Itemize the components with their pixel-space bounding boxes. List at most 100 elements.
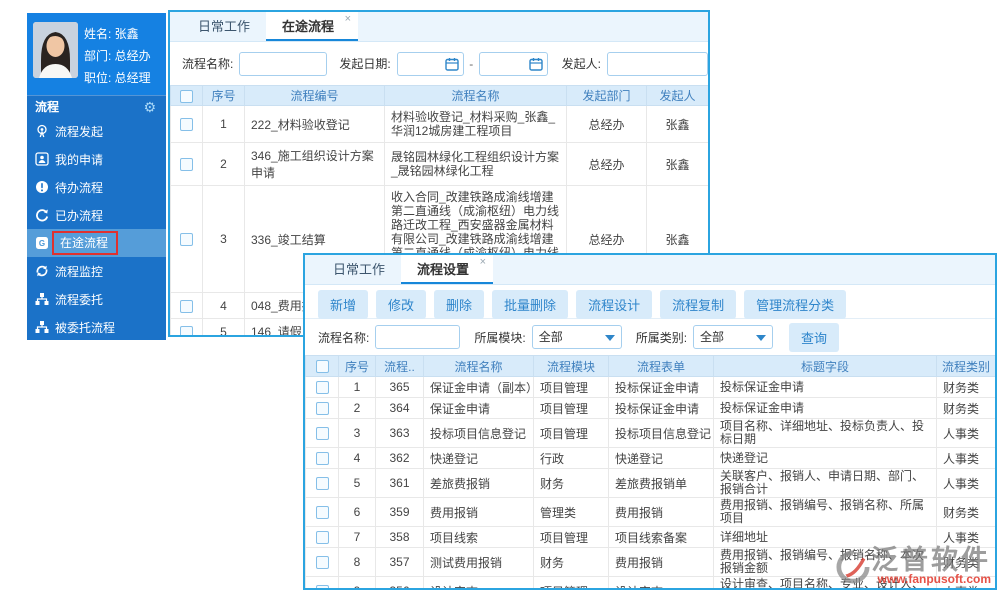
- table-body: 1 365 保证金申请（副本） 项目管理 投标保证金申请 投标保证金申请 财务类…: [305, 376, 995, 588]
- row-checkbox[interactable]: [180, 299, 193, 313]
- cell-no: 2: [202, 142, 245, 186]
- toolbar-button[interactable]: 批量删除: [492, 290, 569, 319]
- flow-name-input[interactable]: [239, 51, 328, 76]
- start-date-label: 发起日期:: [339, 57, 391, 71]
- cell-category: 人事类: [936, 526, 995, 548]
- table-row[interactable]: 2 346_施工组织设计方案申请 晟铭园林绿化工程组织设计方案_晟铭园林绿化工程…: [170, 142, 708, 186]
- toolbar-button-label: 新增: [330, 298, 357, 313]
- toolbar-button[interactable]: 流程复制: [660, 290, 737, 319]
- sidebar-item-label: 流程发起: [55, 124, 104, 139]
- row-checkbox[interactable]: [315, 531, 329, 545]
- row-checkbox[interactable]: [180, 233, 193, 247]
- cell-name: 材料验收登记_材料采购_张鑫_华润12城房建工程项目: [384, 105, 567, 143]
- cell-form: 快递登记: [608, 447, 714, 469]
- cell-dept: 总经办: [566, 142, 647, 186]
- module-select[interactable]: 全部: [531, 325, 622, 349]
- start-date-to-input[interactable]: [479, 51, 548, 76]
- table-row[interactable]: 5 361 差旅费报销 财务 差旅费报销单 关联客户、报销人、申请日期、部门、报…: [305, 468, 995, 498]
- table-row[interactable]: 4 362 快递登记 行政 快递登记 快递登记 人事类: [305, 447, 995, 469]
- toolbar-button[interactable]: 流程设计: [576, 290, 653, 319]
- cell-fields: 详细地址: [713, 526, 937, 548]
- row-checkbox[interactable]: [315, 585, 329, 588]
- profile-department: 部门: 总经办: [84, 49, 151, 63]
- cell-form: 投标保证金申请: [608, 376, 714, 398]
- select-all-checkbox[interactable]: [315, 360, 329, 374]
- sidebar-item-todo-flows[interactable]: 待办流程: [27, 173, 166, 201]
- table-row[interactable]: 7 358 项目线索 项目管理 项目线索备案 详细地址 人事类: [305, 526, 995, 548]
- cell-category: 人事类: [936, 576, 995, 588]
- avatar: [33, 22, 78, 78]
- cell-no: 4: [338, 447, 376, 469]
- category-select-value[interactable]: 全部: [693, 325, 774, 349]
- close-tab-icon[interactable]: ×: [345, 14, 351, 25]
- sidebar-item-my-applications[interactable]: 我的申请: [27, 145, 166, 173]
- table-row[interactable]: 1 222_材料验收登记 材料验收登记_材料采购_张鑫_华润12城房建工程项目 …: [170, 105, 708, 143]
- select-all-checkbox[interactable]: [180, 89, 193, 103]
- sidebar-item-flow-start[interactable]: 流程发起: [27, 117, 166, 145]
- settings-gear-icon[interactable]: ⚙: [143, 96, 156, 118]
- cell-name: 项目线索: [423, 526, 534, 548]
- row-checkbox[interactable]: [315, 402, 329, 416]
- flow-settings-table: 序号 流程.. 流程名称 流程模块 流程表单 标题字段 流程类别 1 365 保…: [305, 355, 995, 588]
- in-transit-icon: G: [36, 237, 48, 249]
- row-checkbox[interactable]: [315, 427, 329, 441]
- toolbar-button[interactable]: 删除: [434, 290, 485, 319]
- start-date-to-field[interactable]: [479, 51, 548, 76]
- sidebar-item-flow-monitor[interactable]: 流程监控: [27, 257, 166, 285]
- initiator-input[interactable]: [607, 51, 708, 76]
- cell-no: 7: [338, 526, 376, 548]
- cell-name: 投标项目信息登记: [423, 418, 534, 448]
- col-header-no: 序号: [202, 85, 245, 106]
- cell-form: 项目线索备案: [608, 526, 714, 548]
- table-row[interactable]: 2 364 保证金申请 项目管理 投标保证金申请 投标保证金申请 财务类: [305, 397, 995, 419]
- toolbar-button[interactable]: 新增: [318, 290, 369, 319]
- toolbar-button-label: 删除: [446, 298, 473, 313]
- cell-no: 5: [338, 468, 376, 498]
- cell-module: 财务: [533, 468, 609, 498]
- sidebar-item-in-transit-flows[interactable]: G 在途流程: [27, 229, 166, 257]
- sidebar-item-flow-delegate[interactable]: 流程委托: [27, 285, 166, 313]
- cell-no: 8: [338, 547, 376, 577]
- table-row[interactable]: 1 365 保证金申请（副本） 项目管理 投标保证金申请 投标保证金申请 财务类: [305, 376, 995, 398]
- category-select[interactable]: 全部: [693, 325, 774, 349]
- toolbar-button-label: 批量删除: [504, 298, 557, 313]
- sidebar-item-delegated-flows[interactable]: 被委托流程: [27, 313, 166, 340]
- row-checkbox[interactable]: [315, 452, 329, 466]
- sidebar-item-done-flows[interactable]: 已办流程: [27, 201, 166, 229]
- row-checkbox[interactable]: [315, 381, 329, 395]
- table-row[interactable]: 8 357 测试费用报销 财务 费用报销 费用报销、报销编号、报销名称、本次报销…: [305, 547, 995, 577]
- row-checkbox[interactable]: [315, 506, 329, 520]
- row-checkbox[interactable]: [180, 118, 193, 132]
- close-tab-icon[interactable]: ×: [480, 257, 486, 268]
- delegate-orgtree-icon: [35, 293, 49, 305]
- cell-module: 项目管理: [533, 418, 609, 448]
- sidebar-menu: 流程发起 我的申请 待办流程 已办流程 G 在途流程 流程监控 流程委托 被委托…: [27, 117, 166, 340]
- flow-name-input[interactable]: [375, 325, 461, 349]
- panel1-tabbar: 日常工作 在途流程 ×: [170, 12, 708, 42]
- cell-form: 设计审查: [608, 576, 714, 588]
- sidebar-item-label: 在途流程: [60, 236, 109, 250]
- cell-fields: 投标保证金申请: [713, 376, 937, 398]
- cell-module: 管理类: [533, 497, 609, 527]
- start-date-from-field[interactable]: [396, 51, 465, 76]
- monitor-sync-icon: [36, 265, 48, 277]
- row-checkbox[interactable]: [315, 477, 329, 491]
- toolbar-button[interactable]: 修改: [376, 290, 427, 319]
- tab-in-transit-flows[interactable]: 在途流程 ×: [266, 12, 359, 41]
- row-checkbox[interactable]: [315, 556, 329, 570]
- table-row[interactable]: 9 356 设计审查 项目管理 设计审查 设计审查、项目名称、专业、设计人、制单…: [305, 576, 995, 588]
- tab-daily-work[interactable]: 日常工作: [317, 255, 401, 284]
- row-checkbox[interactable]: [180, 158, 193, 172]
- table-row[interactable]: 3 363 投标项目信息登记 项目管理 投标项目信息登记 项目名称、详细地址、投…: [305, 418, 995, 448]
- tab-flow-settings[interactable]: 流程设置 ×: [401, 255, 494, 284]
- cell-form: 投标项目信息登记: [608, 418, 714, 448]
- start-date-from-input[interactable]: [396, 51, 465, 76]
- search-button[interactable]: 查询: [789, 322, 840, 352]
- module-select-value[interactable]: 全部: [531, 325, 622, 349]
- toolbar-button[interactable]: 管理流程分类: [744, 290, 847, 319]
- tab-daily-work[interactable]: 日常工作: [182, 12, 266, 41]
- cell-no: 1: [202, 105, 245, 143]
- table-row[interactable]: 6 359 费用报销 管理类 费用报销 费用报销、报销编号、报销名称、所属项目 …: [305, 497, 995, 527]
- cell-module: 项目管理: [533, 526, 609, 548]
- row-checkbox[interactable]: [180, 325, 193, 335]
